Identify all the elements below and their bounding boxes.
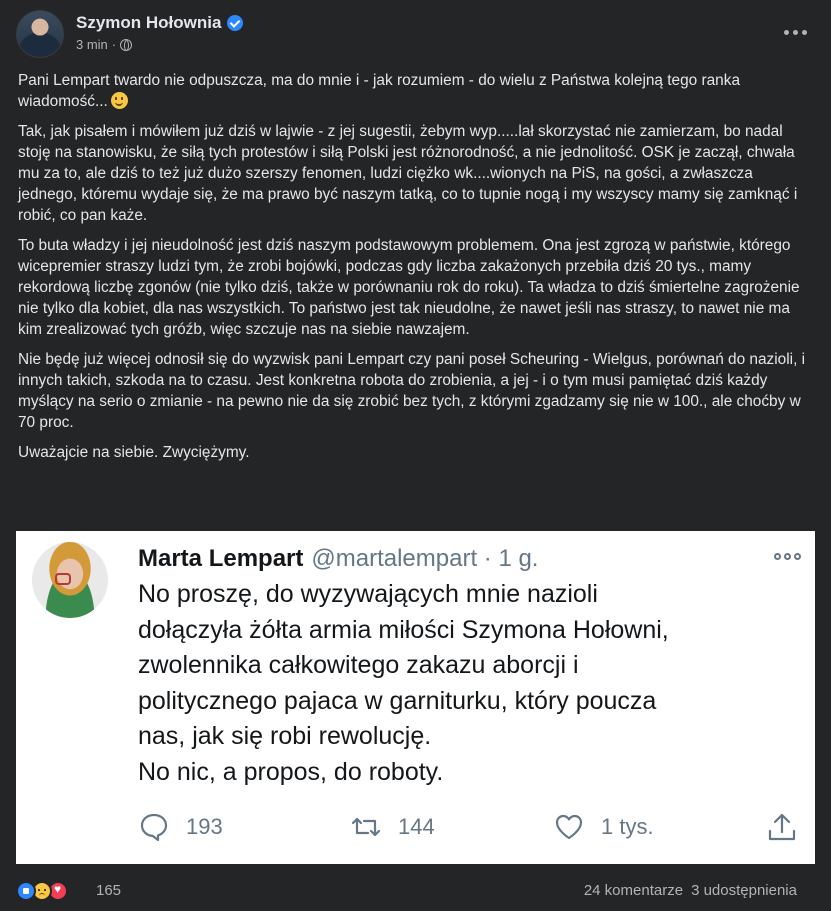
tweet-like-action: 1 tys. bbox=[553, 811, 654, 843]
like-reaction-icon bbox=[16, 881, 36, 901]
smile-emoji-icon bbox=[110, 92, 128, 109]
post-time[interactable]: 3 min bbox=[76, 37, 108, 52]
tweet-header: Marta Lempart @martalempart · 1 g. bbox=[138, 545, 538, 573]
author-name: Szymon Hołownia bbox=[76, 13, 222, 32]
author-name-link[interactable]: Szymon Hołownia bbox=[76, 13, 244, 33]
post-paragraph: Uważajcie na siebie. Zwyciężymy. bbox=[18, 444, 250, 461]
like-heart-icon bbox=[555, 814, 583, 840]
tweet-author-name: Marta Lempart bbox=[138, 545, 304, 572]
reactions-bar: 165 24 komentarze 3 udostępnienia bbox=[16, 876, 797, 906]
meta-separator: · bbox=[111, 37, 117, 52]
globe-icon[interactable] bbox=[120, 38, 133, 51]
tweet-handle-time: @martalempart · 1 g. bbox=[311, 545, 539, 572]
facebook-post: Szymon Hołownia 3 min · Pani Lempart twa… bbox=[0, 0, 831, 911]
post-paragraph: To buta władzy i jej nieudolność jest dz… bbox=[18, 237, 800, 338]
author-avatar[interactable] bbox=[16, 10, 64, 58]
post-paragraph: Pani Lempart twardo nie odpuszcza, ma do… bbox=[18, 70, 808, 112]
tweet-body: No proszę, do wyzywających mnie nazioli … bbox=[138, 577, 798, 790]
tweet-more-icon bbox=[774, 553, 801, 560]
retweet-count: 144 bbox=[398, 814, 435, 839]
share-icon bbox=[768, 813, 796, 841]
post-text: Pani Lempart twardo nie odpuszcza, ma do… bbox=[18, 70, 808, 472]
post-paragraph: Tak, jak pisałem i mówiłem już dziś w la… bbox=[18, 123, 798, 224]
tweet-retweet-action: 144 bbox=[350, 811, 435, 843]
tweet-author-avatar bbox=[32, 542, 108, 618]
engagement-counts: 24 komentarze 3 udostępnienia bbox=[584, 882, 797, 899]
tweet-line: nas, jak się robi rewolucję. bbox=[138, 722, 432, 750]
tweet-share-action bbox=[766, 811, 798, 843]
retweet-icon bbox=[351, 817, 381, 837]
reaction-count[interactable]: 165 bbox=[96, 882, 121, 899]
like-count: 1 tys. bbox=[601, 814, 654, 839]
tweet-actions: 193 144 1 tys. bbox=[138, 811, 798, 847]
reply-icon bbox=[140, 813, 168, 842]
embedded-tweet-image[interactable]: Marta Lempart @martalempart · 1 g. No pro… bbox=[16, 531, 815, 864]
verified-badge-icon bbox=[227, 15, 244, 31]
tweet-line: politycznego pajaca w garniturku, który … bbox=[138, 686, 657, 715]
tweet-line: zwolennika całkowitego zakazu aborcji i bbox=[138, 651, 579, 679]
tweet-reply-action: 193 bbox=[138, 811, 223, 843]
comments-count-link[interactable]: 24 komentarze bbox=[584, 882, 683, 899]
tweet-line: No nic, a propos, do roboty. bbox=[138, 757, 444, 786]
post-paragraph: Nie będę już więcej odnosił się do wyzwi… bbox=[18, 351, 806, 431]
more-options-icon[interactable] bbox=[777, 20, 813, 44]
post-meta: 3 min · bbox=[76, 37, 133, 52]
reply-count: 193 bbox=[186, 814, 223, 839]
tweet-line: No proszę, do wyzywających mnie nazioli bbox=[138, 580, 598, 608]
post-header: Szymon Hołownia 3 min · bbox=[16, 10, 815, 60]
reaction-icons[interactable] bbox=[16, 881, 94, 901]
shares-count-link[interactable]: 3 udostępnienia bbox=[691, 882, 797, 899]
tweet-line: dołączyła żółta armia miłości Szymona Ho… bbox=[138, 615, 669, 644]
